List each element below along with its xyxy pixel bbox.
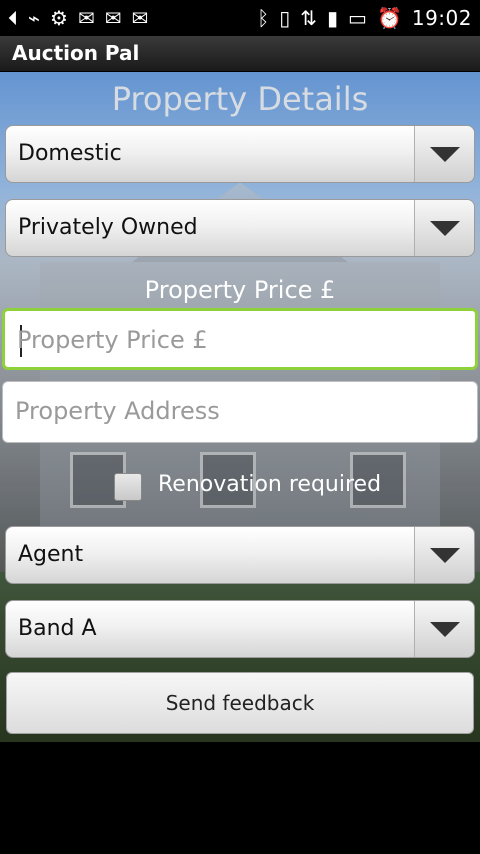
price-input[interactable] [17, 323, 457, 357]
usb-icon: ⌁ [28, 6, 41, 30]
chevron-down-icon [430, 622, 460, 637]
page-title: Property Details [111, 80, 369, 118]
mail-icon: ✉ [104, 6, 122, 30]
send-feedback-button[interactable]: Send feedback [6, 672, 474, 734]
dropdown-value: Domestic [18, 141, 122, 166]
chevron-down-icon [430, 221, 460, 236]
dropdown-value: Privately Owned [18, 215, 198, 240]
renovation-checkbox[interactable] [114, 473, 142, 501]
dropdown-button[interactable] [414, 200, 474, 256]
android-debug-icon: ⚙ [50, 6, 68, 30]
vibrate-icon: ▯ [279, 6, 291, 30]
battery-charging-icon: ▭ [348, 6, 367, 30]
empty-area [0, 742, 480, 854]
property-type-dropdown[interactable]: Domestic [5, 125, 475, 183]
price-field[interactable] [2, 308, 478, 370]
alarm-icon: ⏰ [376, 6, 402, 30]
bluetooth-icon: ᛒ [257, 6, 270, 30]
form-container: Property Details Domestic Privately Owne… [0, 72, 480, 742]
chevron-down-icon [430, 548, 460, 563]
dropdown-button[interactable] [414, 527, 474, 583]
mail-icon: ✉ [77, 6, 95, 30]
system-icons: ᛒ ▯ ⇅ ▮ ▭ ⏰ 19:02 [257, 5, 472, 31]
dropdown-button[interactable] [414, 126, 474, 182]
app-title: Auction Pal [12, 41, 140, 65]
renovation-row[interactable]: Renovation required [0, 470, 480, 510]
app-title-bar: Auction Pal [0, 36, 480, 72]
dropdown-value: Band A [18, 616, 97, 641]
signal-icon: ▮ [327, 6, 339, 30]
seller-dropdown[interactable]: Agent [5, 526, 475, 584]
renovation-label: Renovation required [158, 472, 382, 497]
price-label: Property Price £ [144, 276, 336, 304]
dropdown-button[interactable] [414, 601, 474, 657]
send-feedback-label: Send feedback [165, 691, 315, 715]
chevron-down-icon [430, 147, 460, 162]
back-icon: ⏴ [8, 6, 18, 30]
status-bar: ⏴ ⌁ ⚙ ✉ ✉ ✉ ᛒ ▯ ⇅ ▮ ▭ ⏰ 19:02 [0, 0, 480, 36]
gprs-icon: ⇅ [300, 6, 318, 30]
dropdown-value: Agent [18, 542, 84, 567]
address-input[interactable] [15, 394, 455, 428]
clock: 19:02 [411, 6, 472, 30]
gmail-icon: ✉ [131, 6, 149, 30]
address-field[interactable] [2, 381, 478, 443]
ownership-dropdown[interactable]: Privately Owned [5, 199, 475, 257]
notification-icons: ⏴ ⌁ ⚙ ✉ ✉ ✉ [8, 5, 148, 31]
band-dropdown[interactable]: Band A [5, 600, 475, 658]
